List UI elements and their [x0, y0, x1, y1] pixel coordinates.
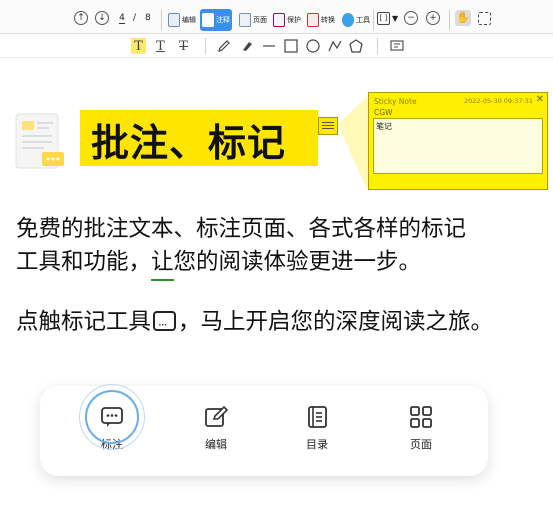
zoom-in-button[interactable]: + — [426, 8, 440, 28]
feature-pages[interactable]: 页面 — [386, 386, 456, 476]
polygon-button[interactable] — [348, 38, 364, 54]
underlined-word: 让 — [151, 246, 174, 281]
polyline-icon — [328, 40, 342, 52]
rectangle-icon — [284, 39, 298, 53]
eraser-icon — [243, 42, 252, 51]
line-button[interactable] — [261, 38, 277, 54]
pencil-icon — [218, 40, 230, 52]
sticky-note-popup[interactable]: Sticky Note 2022-05-30 09:37:31 ✕ CGW 笔记 — [368, 92, 548, 190]
strikeout-text-icon: T — [179, 38, 188, 54]
description-line-2: 工具和功能，让您的阅读体验更进一步。 — [16, 246, 466, 281]
view-mode-dropdown[interactable]: ▼ — [392, 8, 398, 28]
description-line-1: 免费的批注文本、标注页面、各式各样的标记 — [16, 216, 467, 242]
page-up-button[interactable]: ↑ — [74, 8, 88, 28]
comment-inline-icon — [153, 310, 177, 340]
reader-window: ↑ ↓ 4 / 8 编辑 注释 页面 保护 转换 工具 [] ▼ − + ✋ … — [0, 0, 553, 507]
hand-icon: ✋ — [455, 10, 471, 26]
convert-doc-icon — [307, 13, 319, 27]
sticky-note-title: Sticky Note — [374, 97, 417, 106]
pencil-button[interactable] — [216, 38, 232, 54]
select-area-icon — [478, 11, 491, 25]
divider — [373, 10, 374, 30]
fit-page-button[interactable]: [ ] — [377, 8, 390, 28]
divider — [377, 38, 378, 54]
tab-convert[interactable]: 转换 — [305, 9, 337, 31]
page-down-button[interactable]: ↓ — [95, 8, 109, 28]
page-number-input[interactable]: 4 — [115, 8, 129, 28]
polyline-button[interactable] — [327, 38, 343, 54]
strikeout-text-button[interactable]: T — [176, 38, 191, 54]
highlight-text-icon: T — [134, 38, 143, 54]
document-illustration-icon — [15, 113, 64, 169]
page-title: 批注、标记 — [91, 121, 287, 165]
edit-icon — [205, 405, 229, 427]
selection-tool-button[interactable] — [478, 8, 491, 28]
edit-doc-icon — [168, 13, 180, 27]
tab-protect[interactable]: 保护 — [271, 9, 303, 31]
tab-edit[interactable]: 编辑 — [166, 9, 198, 31]
tab-tools[interactable]: 工具 — [340, 9, 372, 31]
underline-text-button[interactable]: T — [153, 38, 168, 54]
highlight-text-button[interactable]: T — [131, 38, 146, 54]
fit-page-icon: [ ] — [377, 11, 390, 25]
rectangle-button[interactable] — [283, 38, 299, 54]
toc-icon — [308, 406, 327, 428]
feature-toc[interactable]: 目录 — [282, 386, 352, 476]
zoom-out-button[interactable]: − — [404, 8, 418, 28]
divider — [205, 38, 206, 54]
comment-button[interactable] — [389, 38, 405, 54]
note-anchor-icon[interactable] — [318, 117, 338, 135]
zoom-out-icon: − — [404, 11, 418, 25]
eraser-button[interactable] — [239, 38, 255, 54]
arrow-up-icon: ↑ — [74, 11, 88, 25]
line-icon — [263, 45, 275, 47]
page-total: 8 — [145, 13, 151, 23]
page-separator: / — [133, 13, 137, 23]
zoom-in-icon: + — [426, 11, 440, 25]
hand-tool-button[interactable]: ✋ — [455, 8, 471, 28]
divider — [449, 10, 450, 30]
arrow-down-icon: ↓ — [95, 11, 109, 25]
annotate-doc-icon — [202, 13, 214, 27]
comment-icon — [390, 40, 404, 51]
divider — [161, 10, 162, 30]
instruction-paragraph: 点触标记工具，马上开启您的深度阅读之旅。 — [16, 307, 493, 340]
close-icon[interactable]: ✕ — [536, 94, 544, 105]
ellipse-button[interactable] — [305, 38, 321, 54]
annotation-toolbar: T T T — [0, 34, 553, 58]
ellipse-icon — [306, 39, 320, 53]
description-paragraph: 免费的批注文本、标注页面、各式各样的标记 工具和功能，让您的阅读体验更进一步。 — [16, 213, 466, 281]
tap-ripple-inner — [85, 390, 139, 444]
chevron-down-icon: ▼ — [392, 13, 399, 23]
grid-icon — [410, 406, 432, 428]
sticky-note-textarea[interactable]: 笔记 — [373, 118, 543, 174]
page-doc-icon — [239, 13, 251, 27]
sticky-note-author: CGW — [374, 108, 393, 117]
protect-doc-icon — [273, 13, 285, 27]
feature-edit[interactable]: 编辑 — [181, 386, 251, 476]
sticky-note-timestamp: 2022-05-30 09:37:31 — [463, 97, 533, 105]
polygon-icon — [349, 39, 363, 53]
tab-annotate[interactable]: 注释 — [200, 9, 232, 31]
underline-text-icon: T — [156, 38, 165, 54]
tab-page[interactable]: 页面 — [237, 9, 269, 31]
main-toolbar: ↑ ↓ 4 / 8 编辑 注释 页面 保护 转换 工具 [] ▼ − + ✋ — [0, 0, 553, 34]
tools-icon — [342, 13, 354, 27]
